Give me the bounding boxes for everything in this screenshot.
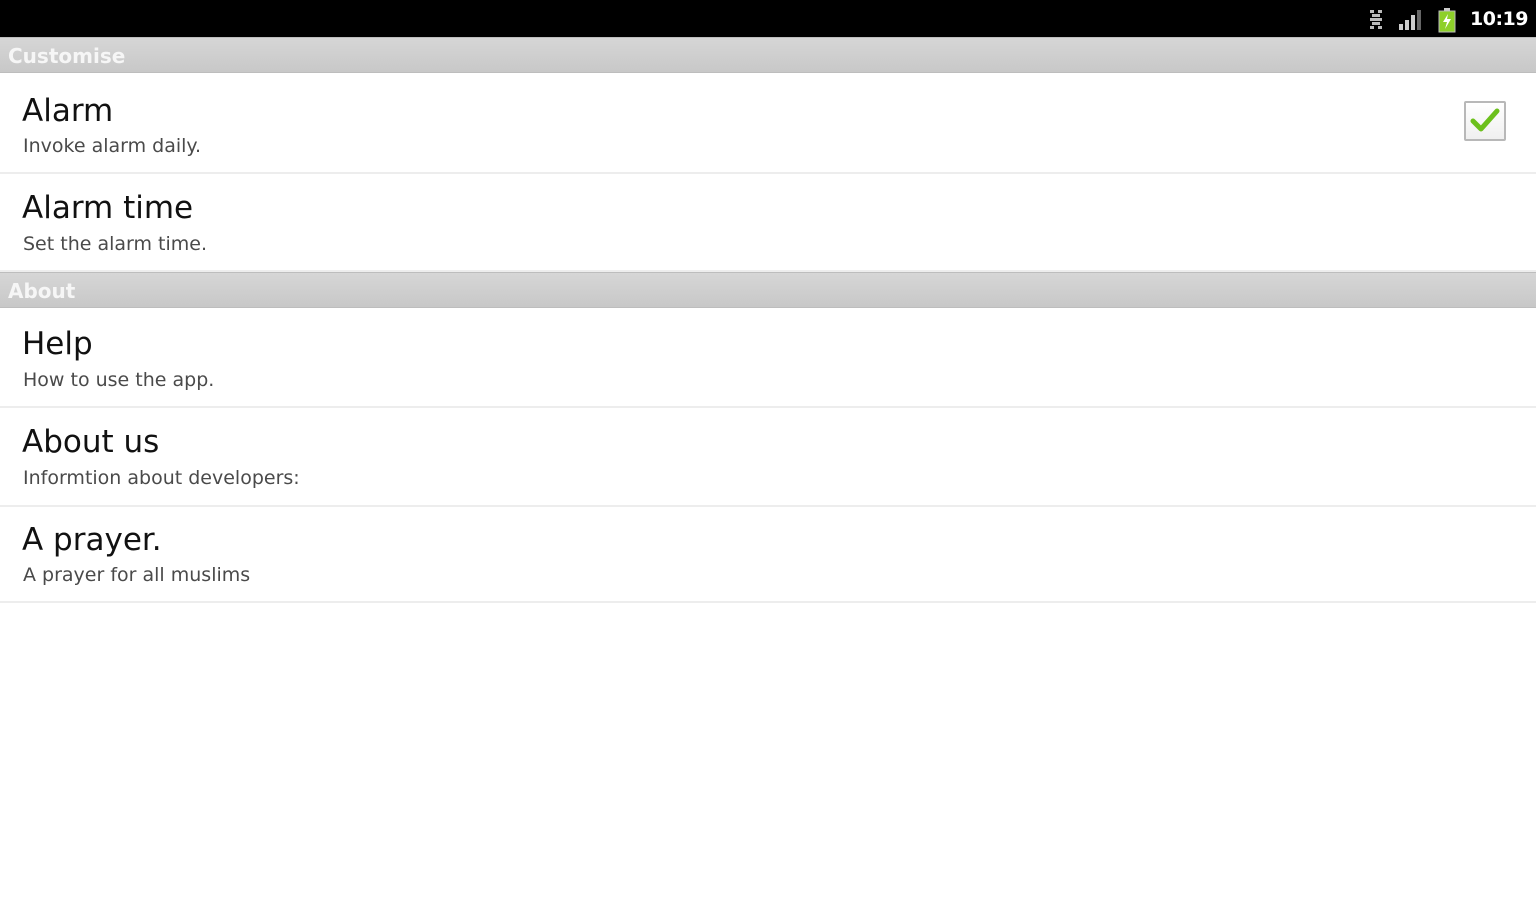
pref-title: Alarm time [22,190,194,226]
pref-item-alarm[interactable]: Alarm Invoke alarm daily. [0,73,1536,174]
section-header-about: About [0,272,1536,308]
usb-debugging-icon [1368,7,1384,31]
section-header-label: Customise [8,44,126,68]
pref-summary: How to use the app. [23,369,215,391]
pref-title: About us [22,424,160,460]
pref-summary: Informtion about developers: [23,467,300,489]
pref-item-about-us[interactable]: About us Informtion about developers: [0,408,1536,507]
pref-item-help[interactable]: Help How to use the app. [0,308,1536,408]
pref-summary: A prayer for all muslims [23,564,251,586]
status-bar: 10:19 [0,0,1536,37]
checkmark-icon [1470,108,1500,132]
section-header-label: About [8,279,76,303]
pref-summary: Invoke alarm daily. [23,135,201,157]
battery-charging-icon [1438,7,1456,32]
pref-title: Help [22,326,93,362]
status-time: 10:19 [1470,7,1528,30]
signal-icon [1398,7,1424,31]
alarm-checkbox[interactable] [1464,101,1506,141]
pref-title: A prayer. [22,522,162,558]
pref-item-prayer[interactable]: A prayer. A prayer for all muslims [0,507,1536,603]
pref-item-alarm-time[interactable]: Alarm time Set the alarm time. [0,174,1536,272]
status-icons: 10:19 [1354,0,1528,37]
section-header-customise: Customise [0,37,1536,73]
pref-summary: Set the alarm time. [23,233,208,255]
pref-title: Alarm [22,93,114,129]
